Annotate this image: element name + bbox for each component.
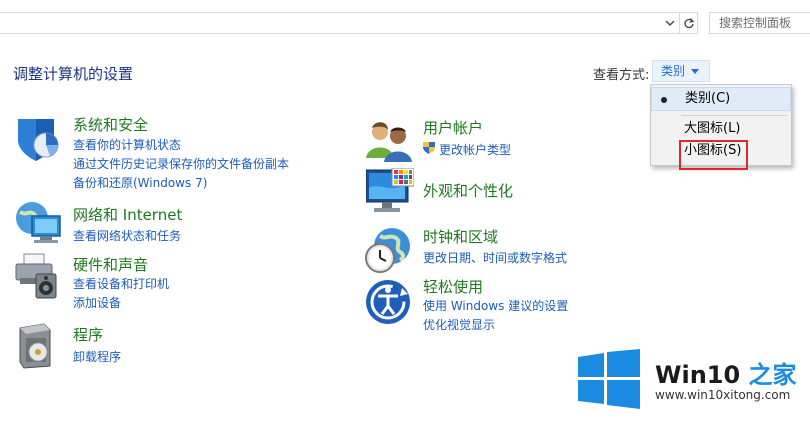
address-bar[interactable]: [0, 12, 680, 34]
menu-item-category[interactable]: 类别(C): [651, 87, 791, 111]
menu-separator: [681, 115, 787, 116]
watermark-brand: Win10 之家: [655, 355, 797, 390]
caret-down-icon: [691, 69, 699, 74]
chevron-down-icon[interactable]: [665, 18, 675, 28]
printer-speaker-icon[interactable]: [14, 252, 62, 300]
highlight-box: [679, 140, 748, 170]
category-title-security[interactable]: 系统和安全: [73, 114, 148, 135]
radio-dot-icon: [661, 97, 667, 103]
users-icon[interactable]: [366, 118, 414, 166]
category-title-network[interactable]: 网络和 Internet: [73, 204, 182, 225]
link-devices-printers[interactable]: 查看设备和打印机: [73, 275, 169, 292]
link-add-device[interactable]: 添加设备: [73, 294, 121, 311]
category-title-programs[interactable]: 程序: [73, 324, 103, 345]
programs-box-icon[interactable]: [14, 322, 62, 370]
link-network-status[interactable]: 查看网络状态和任务: [73, 227, 181, 244]
link-recommended-settings[interactable]: 使用 Windows 建议的设置: [423, 297, 568, 314]
link-check-status[interactable]: 查看你的计算机状态: [73, 136, 181, 153]
menu-item-label: 类别(C): [685, 91, 731, 106]
watermark-brand-zhijia: 之家: [748, 361, 797, 389]
link-uninstall[interactable]: 卸载程序: [73, 348, 121, 365]
shield-icon[interactable]: [14, 115, 62, 163]
category-title-clock[interactable]: 时钟和区域: [423, 226, 498, 247]
uac-shield-icon: [423, 142, 435, 154]
view-by-selected: 类别: [661, 64, 686, 78]
watermark-url: www.win10xitong.com: [655, 388, 791, 402]
link-backup-restore[interactable]: 备份和还原(Windows 7): [73, 174, 207, 191]
category-title-ease[interactable]: 轻松使用: [423, 276, 483, 297]
category-title-appearance[interactable]: 外观和个性化: [423, 180, 513, 201]
category-title-hardware[interactable]: 硬件和声音: [73, 254, 148, 275]
link-change-account-type[interactable]: 更改帐户类型: [439, 141, 511, 158]
link-optimize-display[interactable]: 优化视觉显示: [423, 316, 495, 333]
view-by-label: 查看方式:: [593, 68, 650, 83]
watermark-brand-win10: Win10: [655, 361, 749, 389]
page-title: 调整计算机的设置: [13, 65, 134, 83]
clock-globe-icon[interactable]: [364, 226, 412, 274]
ease-of-access-icon[interactable]: [366, 278, 414, 326]
category-title-users[interactable]: 用户帐户: [423, 117, 483, 138]
refresh-icon: [683, 18, 694, 29]
refresh-button[interactable]: [680, 12, 698, 34]
link-change-date-time[interactable]: 更改日期、时间或数字格式: [423, 249, 567, 266]
network-globe-icon[interactable]: [14, 200, 62, 248]
menu-item-label: 大图标(L): [684, 121, 741, 136]
menu-item-large-icons[interactable]: 大图标(L): [651, 117, 791, 141]
windows-logo-icon: [578, 349, 640, 409]
search-input[interactable]: 搜索控制面板: [709, 12, 810, 34]
appearance-monitor-icon[interactable]: [366, 168, 414, 216]
view-by-dropdown[interactable]: 类别: [652, 60, 710, 82]
link-file-history[interactable]: 通过文件历史记录保存你的文件备份副本: [73, 155, 289, 172]
